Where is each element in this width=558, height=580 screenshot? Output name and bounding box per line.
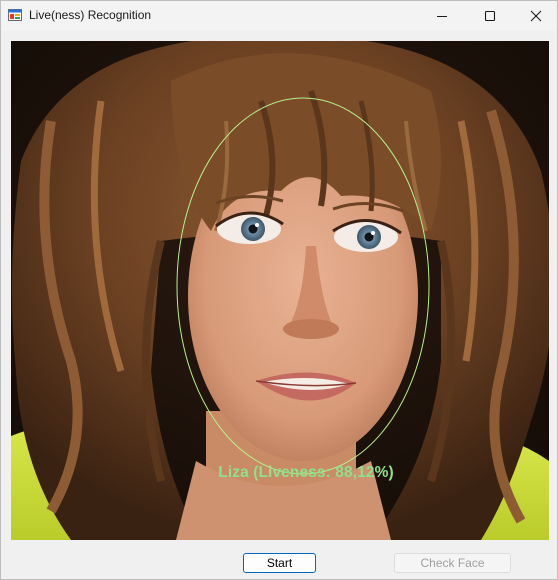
client-area: Liza (Liveness: 88,12%) Start Check Face <box>1 31 557 579</box>
window-title: Live(ness) Recognition <box>29 8 152 22</box>
camera-frame-image <box>11 41 549 540</box>
minimize-icon <box>437 16 447 17</box>
close-icon <box>530 10 542 22</box>
maximize-button[interactable] <box>467 1 513 31</box>
title-bar[interactable]: Live(ness) Recognition <box>1 1 557 31</box>
app-window: Live(ness) Recognition Liza (Liveness: 8… <box>0 0 558 580</box>
start-button[interactable]: Start <box>243 553 316 573</box>
close-button[interactable] <box>513 1 558 31</box>
camera-view: Liza (Liveness: 88,12%) <box>11 41 549 540</box>
check-face-button[interactable]: Check Face <box>394 553 511 573</box>
maximize-icon <box>484 10 496 22</box>
app-icon <box>8 9 22 21</box>
minimize-button[interactable] <box>419 1 465 31</box>
